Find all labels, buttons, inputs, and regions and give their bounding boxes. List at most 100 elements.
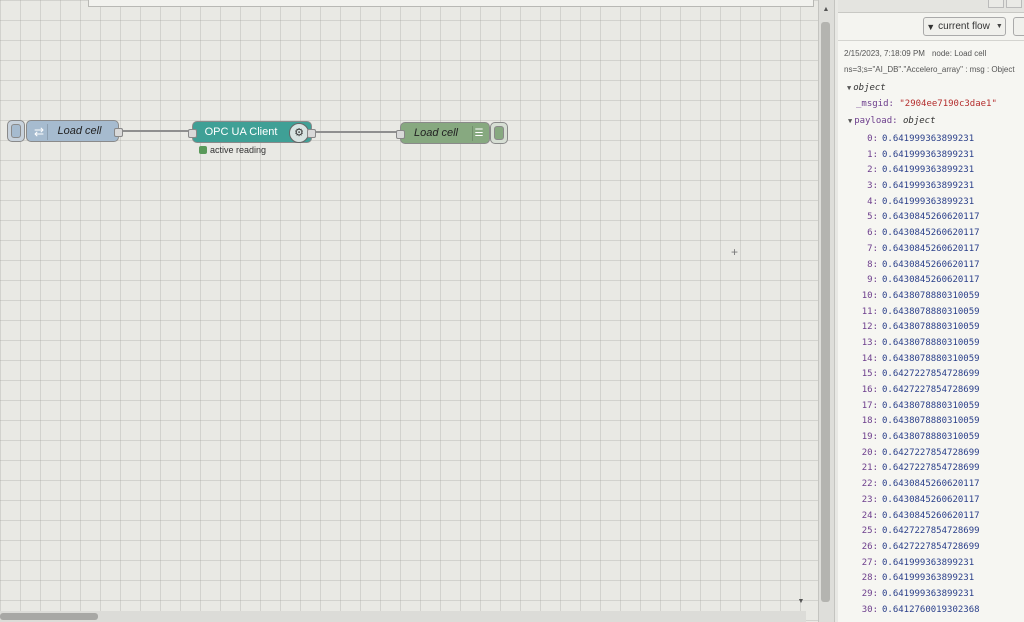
payload-array-item: 28: 0.641999363899231 — [858, 571, 1024, 587]
array-value: 0.6438078880310059 — [882, 337, 980, 348]
payload-array-item: 1: 0.641999363899231 — [858, 148, 1024, 164]
opcua-output-port[interactable] — [307, 129, 316, 138]
array-value: 0.6430845260620117 — [882, 494, 980, 505]
horizontal-scroll-thumb[interactable] — [0, 613, 98, 620]
array-value: 0.6430845260620117 — [882, 212, 980, 223]
array-index: 1: — [867, 149, 878, 160]
message-object-root[interactable]: ▼ object — [847, 83, 886, 93]
opcua-input-port[interactable] — [188, 129, 197, 138]
inject-output-port[interactable] — [114, 128, 123, 137]
inject-node-load-cell[interactable]: ⇄ Load cell — [26, 120, 123, 142]
clear-log-button[interactable] — [1013, 17, 1024, 36]
array-value: 0.6438078880310059 — [882, 306, 980, 317]
array-index: 30: — [861, 604, 878, 615]
debug-sidebar: ▼ current flow ▼ 2/15/2023, 7:18:09 PM no… — [838, 0, 1024, 622]
payload-array-item: 21: 0.6427227854728699 — [858, 461, 1024, 477]
array-index: 6: — [867, 228, 878, 239]
caret-down-icon: ▼ — [847, 84, 852, 92]
payload-array-item: 0: 0.641999363899231 — [858, 132, 1024, 148]
root-type: object — [853, 83, 886, 93]
payload-row[interactable]: ▼ payload: object — [848, 116, 936, 126]
payload-type: object — [903, 116, 936, 126]
payload-array-item: 19: 0.6438078880310059 — [858, 430, 1024, 446]
array-value: 0.6430845260620117 — [882, 243, 980, 254]
inject-trigger-button[interactable] — [7, 120, 25, 142]
sidebar-tab-header — [838, 0, 1024, 13]
payload-array-item: 9: 0.6430845260620117 — [858, 273, 1024, 289]
array-index: 8: — [867, 259, 878, 270]
array-index: 17: — [861, 400, 878, 411]
payload-array-item: 3: 0.641999363899231 — [858, 179, 1024, 195]
array-index: 26: — [861, 541, 878, 552]
array-index: 20: — [861, 447, 878, 458]
payload-array-item: 14: 0.6438078880310059 — [858, 352, 1024, 368]
array-index: 9: — [867, 275, 878, 286]
message-metadata: 2/15/2023, 7:18:09 PM node: Load cell — [844, 49, 986, 58]
array-index: 24: — [861, 510, 878, 521]
wire-inject-to-opcua[interactable] — [119, 130, 193, 132]
msgid-value: "2904ee7190c3dae1" — [899, 99, 997, 109]
array-value: 0.6412760019302368 — [882, 604, 980, 615]
payload-array-item: 26: 0.6427227854728699 — [858, 540, 1024, 556]
array-index: 7: — [867, 243, 878, 254]
array-index: 18: — [861, 416, 878, 427]
msgid-key: _msgid: — [856, 99, 894, 109]
array-value: 0.641999363899231 — [882, 165, 975, 176]
array-value: 0.6438078880310059 — [882, 353, 980, 364]
msgid-row: _msgid: "2904ee7190c3dae1" — [856, 99, 997, 109]
payload-array-item: 30: 0.6412760019302368 — [858, 603, 1024, 619]
array-value: 0.6430845260620117 — [882, 228, 980, 239]
payload-array-item: 16: 0.6427227854728699 — [858, 383, 1024, 399]
sidebar-tab-button[interactable] — [1006, 0, 1022, 8]
funnel-icon: ▼ — [926, 21, 936, 32]
wire-opcua-to-debug[interactable] — [312, 131, 400, 133]
debug-list-icon: ☰ — [472, 126, 485, 141]
inject-trigger-face — [11, 124, 21, 138]
array-value: 0.641999363899231 — [882, 588, 975, 599]
array-value: 0.6438078880310059 — [882, 400, 980, 411]
vertical-scroll-thumb[interactable] — [821, 22, 830, 602]
array-index: 19: — [861, 432, 878, 443]
payload-array-item: 15: 0.6427227854728699 — [858, 367, 1024, 383]
debug-input-port[interactable] — [396, 130, 405, 139]
payload-array-item: 8: 0.6430845260620117 — [858, 258, 1024, 274]
message-node-link[interactable]: node: Load cell — [932, 49, 986, 58]
scroll-up-arrow-icon[interactable]: ▲ — [822, 6, 830, 16]
debug-filter-button[interactable]: ▼ current flow ▼ — [923, 17, 1006, 36]
horizontal-scrollbar[interactable] — [0, 611, 806, 622]
array-index: 16: — [861, 385, 878, 395]
flow-workspace[interactable]: ⇄ Load cell OPC UA Client ⚙ active readi… — [0, 0, 818, 622]
message-timestamp: 2/15/2023, 7:18:09 PM — [844, 49, 925, 58]
array-value: 0.641999363899231 — [882, 573, 975, 584]
debug-toggle-face — [494, 126, 504, 140]
debug-toggle-button[interactable] — [490, 122, 508, 144]
payload-array-item: 4: 0.641999363899231 — [858, 195, 1024, 211]
payload-array-item: 20: 0.6427227854728699 — [858, 446, 1024, 462]
scroll-down-arrow-icon[interactable]: ▼ — [796, 598, 806, 608]
array-index: 14: — [861, 353, 878, 364]
workspace-tab-bar — [88, 0, 814, 7]
array-index: 2: — [867, 165, 878, 176]
crosshair-cursor-icon: + — [731, 245, 739, 259]
payload-array-item: 7: 0.6430845260620117 — [858, 242, 1024, 258]
status-dot-icon — [199, 146, 207, 154]
array-index: 11: — [861, 306, 878, 317]
array-index: 23: — [861, 494, 878, 505]
debug-node-load-cell[interactable]: Load cell ☰ — [396, 122, 490, 144]
array-index: 10: — [861, 290, 878, 301]
payload-array-item: 11: 0.6438078880310059 — [858, 305, 1024, 321]
array-value: 0.6427227854728699 — [882, 369, 980, 380]
opcua-status: active reading — [199, 145, 266, 155]
array-index: 13: — [861, 337, 878, 348]
filter-label: current flow — [938, 21, 990, 32]
opcua-client-node[interactable]: OPC UA Client ⚙ — [188, 121, 316, 143]
array-index: 0: — [867, 134, 878, 144]
array-index: 12: — [861, 322, 878, 333]
sidebar-tab-buttons — [988, 0, 1024, 8]
array-index: 15: — [861, 369, 878, 380]
payload-array-item: 29: 0.641999363899231 — [858, 587, 1024, 603]
sidebar-tab-button[interactable] — [988, 0, 1004, 8]
array-value: 0.6438078880310059 — [882, 290, 980, 301]
payload-array-item: 24: 0.6430845260620117 — [858, 509, 1024, 525]
array-index: 4: — [867, 196, 878, 207]
